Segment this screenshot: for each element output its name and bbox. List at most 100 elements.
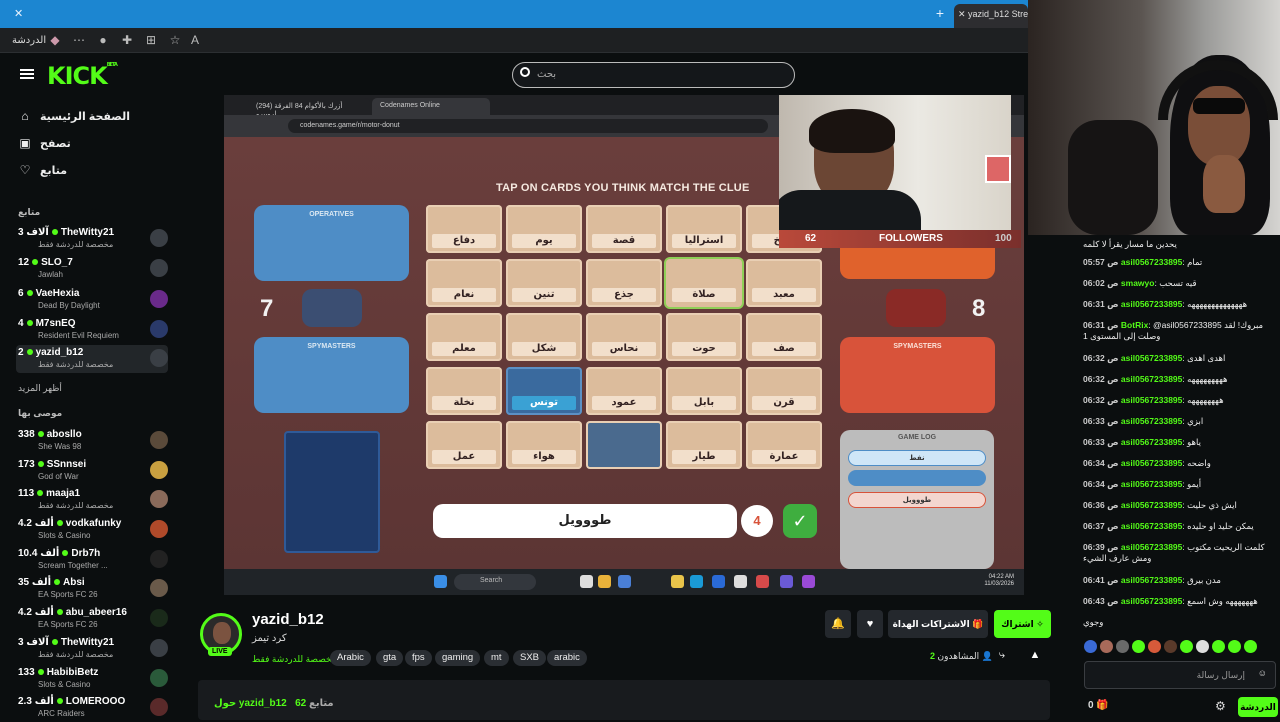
stream-title: كرد تيمز <box>252 633 287 644</box>
chat-user[interactable]: asil0567233895 <box>1121 575 1182 585</box>
favorite-icon[interactable]: ☆ <box>168 33 182 47</box>
report-icon[interactable]: ▲ <box>1025 645 1045 665</box>
chat-user[interactable]: asil0567233895 <box>1121 479 1182 489</box>
extensions-icon[interactable]: ✚ <box>120 33 134 47</box>
tag[interactable]: Arabic <box>330 650 371 666</box>
nav-following[interactable]: ♡ متابع <box>18 160 67 180</box>
show-more-link[interactable]: أظهر المزيد <box>18 383 62 394</box>
chat-user[interactable]: asil0567233895 <box>1121 299 1182 309</box>
channel-item[interactable]: 35 ألف Absi EA Sports FC 26 <box>18 575 168 603</box>
profile-icon[interactable]: ● <box>96 33 110 47</box>
emote-icon[interactable] <box>1244 640 1257 653</box>
word-card: عمود <box>586 367 662 415</box>
search-input[interactable]: بحث <box>512 62 795 88</box>
channel-item[interactable]: 338 abosllo She Was 98 <box>18 427 168 455</box>
word-card: حوت <box>666 313 742 361</box>
kick-logo[interactable]: KICKBETA <box>47 62 118 90</box>
tag[interactable]: SXB <box>513 650 547 666</box>
chrome-icon <box>598 575 611 588</box>
channel-item[interactable]: 10.4 ألف Drb7h Scream Together ... <box>18 546 168 574</box>
chat-user[interactable]: asil0567233895 <box>1121 257 1182 267</box>
emote-icon[interactable] <box>1132 640 1145 653</box>
channel-item[interactable]: 3 آلاف TheWitty21 مخصصة للدردشة فقط <box>18 225 168 253</box>
following-header: متابع <box>18 207 41 217</box>
chat-time: 06:32 ص <box>1083 374 1119 384</box>
tag[interactable]: mt <box>484 650 509 666</box>
stream-category[interactable]: مخصصة للدردشة فقط <box>252 654 337 665</box>
tag[interactable]: arabic <box>547 650 587 666</box>
channel-item[interactable]: 3 آلاف TheWitty21 مخصصة للدردشة فقط <box>18 635 168 663</box>
channel-item[interactable]: 4 M7snEQ Resident Evil Requiem <box>18 316 168 344</box>
chat-user[interactable]: asil0567233895 <box>1121 395 1182 405</box>
emote-icon[interactable] <box>1116 640 1129 653</box>
chat-user[interactable]: asil0567233895 <box>1121 500 1182 510</box>
chat-user[interactable]: asil0567233895 <box>1121 437 1182 447</box>
emoji-icon[interactable]: ☺ <box>1258 668 1267 678</box>
emote-icon[interactable] <box>1164 640 1177 653</box>
chat-time: 06:41 ص <box>1083 575 1119 585</box>
channel-item[interactable]: 2.3 ألف LOMEROOO ARC Raiders <box>18 694 168 722</box>
new-tab-icon[interactable]: + <box>936 5 944 21</box>
emote-icon[interactable] <box>1148 640 1161 653</box>
collections-icon[interactable]: ⊞ <box>144 33 158 47</box>
log-entry-bar <box>848 470 986 486</box>
heart-icon: ♡ <box>19 163 31 177</box>
channel-item[interactable]: 12 SLO_7 Jawlah <box>18 255 168 283</box>
nav-home[interactable]: ⌂ الصفحة الرئيسية <box>18 106 130 126</box>
channel-item[interactable]: 113 maaja1 مخصصة للدردشة فقط <box>18 486 168 514</box>
red-spymasters-panel: SPYMASTERS <box>840 337 995 413</box>
browser-tab[interactable]: ✕ yazid_b12 Stream <box>954 4 1028 28</box>
channel-item[interactable]: 4.2 ألف vodkafunky Slots & Casino <box>18 516 168 544</box>
search-icon <box>520 67 530 77</box>
more-icon[interactable]: ⋯ <box>72 33 86 47</box>
channel-item-selected[interactable]: 2 yazid_b12 مخصصة للدردشة فقط <box>16 345 168 373</box>
tag[interactable]: gta <box>376 650 404 666</box>
gift-subs-button[interactable]: الاشتراكات الهداة 🎁 <box>888 610 988 638</box>
tag[interactable]: fps <box>405 650 432 666</box>
channel-item[interactable]: 6 VaeHexia Dead By Daylight <box>18 286 168 314</box>
chat-user[interactable]: asil0567233895 <box>1121 521 1182 531</box>
toolbar-chat-label[interactable]: الدردشة <box>12 35 46 46</box>
chat-user[interactable]: asil0567233895 <box>1121 542 1182 552</box>
card-word: جذع <box>592 288 656 302</box>
chat-send-button[interactable]: الدردشة <box>1238 697 1278 717</box>
emote-icon[interactable] <box>1180 640 1193 653</box>
emote-icon[interactable] <box>1212 640 1225 653</box>
card-word: عمارة <box>752 450 816 464</box>
emote-icon[interactable] <box>1084 640 1097 653</box>
chat-user[interactable]: smawyo <box>1121 278 1155 288</box>
chat-user[interactable]: asil0567233895 <box>1121 353 1182 363</box>
emote-icon[interactable] <box>1228 640 1241 653</box>
emote-icon[interactable] <box>1100 640 1113 653</box>
streamer-name[interactable]: yazid_b12 <box>252 611 324 628</box>
menu-icon[interactable] <box>20 69 34 71</box>
blue-score: 7 <box>260 295 274 322</box>
chat-user[interactable]: asil0567233895 <box>1121 458 1182 468</box>
subscribe-button[interactable]: اشتراك ✧ <box>994 610 1051 638</box>
game-log: GAME LOG نفط طووويل <box>840 430 994 569</box>
chat-points[interactable]: 0 🎁 <box>1088 700 1109 711</box>
tag[interactable]: gaming <box>435 650 481 666</box>
chat-user[interactable]: asil0567233895 <box>1121 596 1182 606</box>
chat-input[interactable]: إرسال رسالة ☺ <box>1084 661 1276 689</box>
browser-tab-bar: ✕ + ✕ yazid_b12 Stream <box>0 0 1028 28</box>
read-aloud-icon[interactable]: A <box>188 33 202 47</box>
nav-browse[interactable]: ▣ تصفح <box>18 133 71 153</box>
notification-bell-button[interactable]: 🔔 <box>825 610 851 638</box>
wall-frame <box>985 155 1011 183</box>
copilot-icon[interactable]: ◆ <box>48 33 62 47</box>
emote-icon[interactable] <box>1196 640 1209 653</box>
chat-user[interactable]: asil0567233895 <box>1121 374 1182 384</box>
chat-user[interactable]: asil0567233895 <box>1121 416 1182 426</box>
card-word: شكل <box>512 342 576 356</box>
channel-item[interactable]: 4.2 ألف abu_abeer16 EA Sports FC 26 <box>18 605 168 633</box>
close-icon[interactable]: ✕ <box>14 7 23 20</box>
gear-icon[interactable]: ⚙ <box>1215 699 1226 713</box>
chat-time: 06:33 ص <box>1083 416 1119 426</box>
chat-user[interactable]: BotRix <box>1121 320 1148 330</box>
share-icon[interactable]: ⤷ <box>992 645 1012 665</box>
channel-item[interactable]: 133 HabibiBetz Slots & Casino <box>18 665 168 693</box>
blue-spymasters-panel: SPYMASTERS <box>254 337 409 413</box>
channel-item[interactable]: 173 SSnnsei God of War <box>18 457 168 485</box>
follow-heart-button[interactable]: ♥ <box>857 610 883 638</box>
